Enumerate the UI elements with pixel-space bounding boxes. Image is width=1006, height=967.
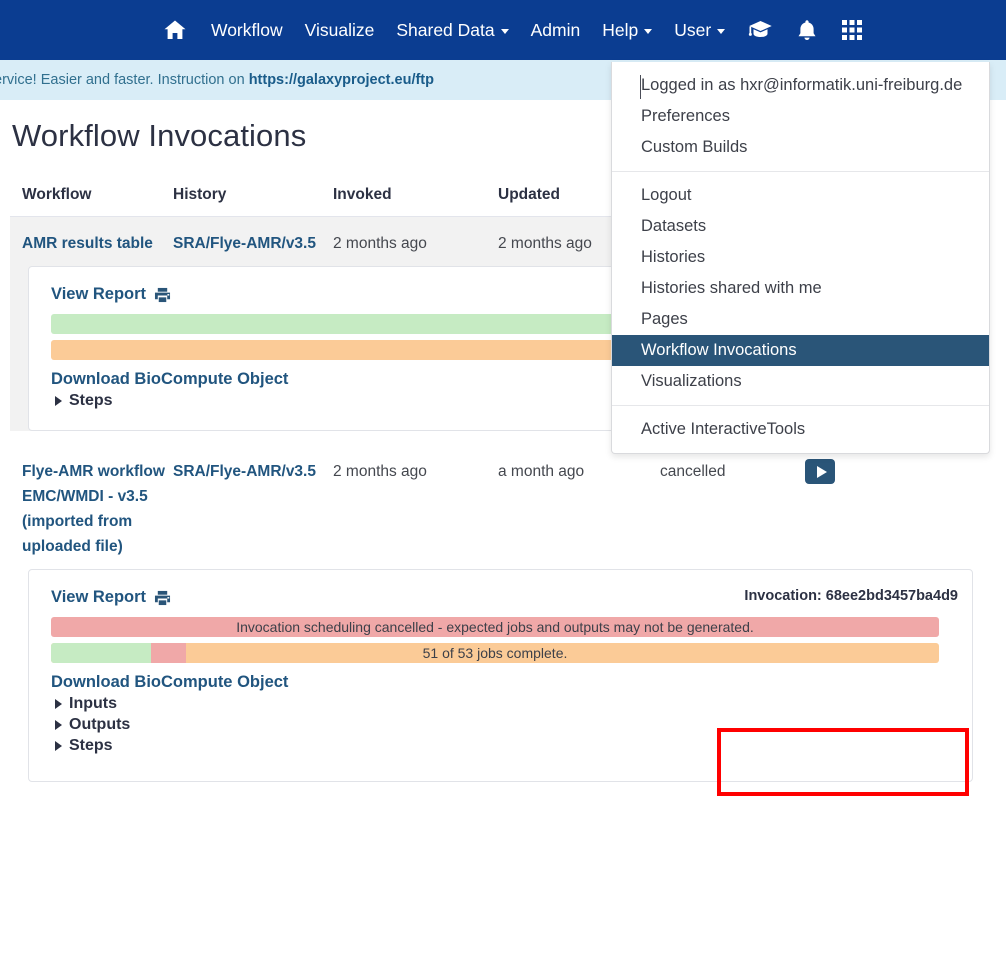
- progress-segment-error: [151, 643, 186, 663]
- progress-bar-cancelled-2-label: Invocation scheduling cancelled - expect…: [236, 619, 754, 635]
- banner-message: ervice! Easier and faster. Instruction o…: [0, 72, 434, 88]
- row-history-name[interactable]: SRA/Flye-AMR/v3.5: [173, 231, 333, 256]
- column-header-workflow: Workflow: [22, 186, 92, 203]
- nav-visualize-label: Visualize: [304, 20, 375, 40]
- invocation-detail-card-2: View Report Invocation: 68ee2bd3457ba4d9…: [28, 569, 973, 782]
- printer-icon[interactable]: [154, 287, 171, 303]
- disclosure-steps-2-label: Steps: [69, 737, 113, 754]
- nav-workflow[interactable]: Workflow: [200, 0, 294, 60]
- home-icon[interactable]: [150, 18, 200, 42]
- nav-user[interactable]: User: [663, 0, 736, 60]
- menu-item-preferences[interactable]: Preferences: [612, 101, 989, 132]
- menu-item-histories-shared-with-me[interactable]: Histories shared with me: [612, 273, 989, 304]
- menu-divider: [612, 405, 989, 406]
- row-invoked-time: 2 months ago: [333, 235, 427, 252]
- nav-shared-data[interactable]: Shared Data: [385, 0, 519, 60]
- row-invoked-time: 2 months ago: [333, 463, 427, 480]
- nav-shared-data-label: Shared Data: [396, 20, 495, 40]
- row-history-name-label: SRA/Flye-AMR/v3.5: [173, 235, 316, 252]
- row-history-name-label: SRA/Flye-AMR/v3.5: [173, 463, 316, 480]
- disclosure-steps-2[interactable]: Steps: [51, 737, 956, 755]
- chevron-right-icon: [55, 741, 62, 751]
- progress-segment-ok: [51, 643, 152, 663]
- row-state: cancelled: [660, 463, 726, 480]
- bell-icon[interactable]: [785, 19, 829, 42]
- download-biocompute-object-link-2[interactable]: Download BioCompute Object: [51, 673, 956, 692]
- nav-admin[interactable]: Admin: [520, 0, 592, 60]
- graduation-cap-icon[interactable]: [736, 19, 785, 41]
- play-triangle-icon: [816, 465, 827, 478]
- invocation-id-label: Invocation: 68ee2bd3457ba4d9: [744, 588, 958, 604]
- chevron-down-icon: [644, 28, 653, 34]
- apps-grid-icon[interactable]: [829, 19, 875, 41]
- menu-divider: [612, 171, 989, 172]
- table-row[interactable]: Flye-AMR workflow EMC/WMDI - v3.5 (impor…: [10, 445, 985, 569]
- row-workflow-name-suffix: (imported from uploaded file): [22, 513, 133, 555]
- disclosure-inputs-2[interactable]: Inputs: [51, 695, 956, 713]
- printer-icon[interactable]: [154, 590, 171, 606]
- nav-admin-label: Admin: [530, 20, 581, 40]
- view-report-link[interactable]: View Report: [51, 588, 146, 607]
- nav-help[interactable]: Help: [591, 0, 663, 60]
- view-report-link[interactable]: View Report: [51, 285, 146, 304]
- chevron-down-icon: [500, 28, 509, 34]
- disclosure-steps-1-label: Steps: [69, 392, 113, 409]
- invocation-row-group-2: Flye-AMR workflow EMC/WMDI - v3.5 (impor…: [10, 445, 985, 782]
- chevron-right-icon: [55, 396, 62, 406]
- expand-invocation-button[interactable]: [805, 459, 835, 484]
- menu-item-logged-in-as: Logged in as hxr@informatik.uni-freiburg…: [612, 70, 989, 101]
- chevron-down-icon: [717, 28, 726, 34]
- row-history-name[interactable]: SRA/Flye-AMR/v3.5: [173, 459, 333, 484]
- nav-user-label: User: [674, 20, 712, 40]
- menu-item-datasets[interactable]: Datasets: [612, 211, 989, 242]
- nav-help-label: Help: [602, 20, 639, 40]
- progress-bar-jobs-2: 51 of 53 jobs complete.: [51, 643, 939, 663]
- row-workflow-name-label: AMR results table: [22, 235, 153, 252]
- column-header-invoked: Invoked: [333, 186, 392, 203]
- menu-item-logout[interactable]: Logout: [612, 180, 989, 211]
- banner-link[interactable]: https://galaxyproject.eu/ftp: [249, 72, 434, 88]
- chevron-right-icon: [55, 720, 62, 730]
- menu-item-active-interactive-tools[interactable]: Active InteractiveTools: [612, 414, 989, 445]
- banner-message-text: ervice! Easier and faster. Instruction o…: [0, 72, 249, 88]
- nav-workflow-label: Workflow: [211, 20, 283, 40]
- row-workflow-name[interactable]: AMR results table: [10, 231, 173, 256]
- menu-item-visualizations[interactable]: Visualizations: [612, 366, 989, 397]
- row-workflow-name[interactable]: Flye-AMR workflow EMC/WMDI - v3.5 (impor…: [10, 459, 173, 559]
- masthead-navbar: Workflow Visualize Shared Data Admin Hel…: [0, 0, 1006, 60]
- menu-item-custom-builds[interactable]: Custom Builds: [612, 132, 989, 163]
- menu-item-workflow-invocations[interactable]: Workflow Invocations: [612, 335, 989, 366]
- row-updated-time: a month ago: [498, 463, 585, 480]
- disclosure-outputs-2-label: Outputs: [69, 716, 131, 733]
- chevron-right-icon: [55, 699, 62, 709]
- row-expand-cell: [805, 459, 925, 484]
- menu-item-pages[interactable]: Pages: [612, 304, 989, 335]
- disclosure-outputs-2[interactable]: Outputs: [51, 716, 956, 734]
- disclosure-inputs-2-label: Inputs: [69, 695, 117, 712]
- menu-item-histories[interactable]: Histories: [612, 242, 989, 273]
- row-workflow-name-label: Flye-AMR workflow EMC/WMDI - v3.5: [22, 463, 165, 505]
- progress-bar-jobs-2-label: 51 of 53 jobs complete.: [422, 645, 568, 661]
- nav-visualize[interactable]: Visualize: [294, 0, 386, 60]
- progress-bar-cancelled-2: Invocation scheduling cancelled - expect…: [51, 617, 939, 637]
- user-dropdown-menu: Logged in as hxr@informatik.uni-freiburg…: [611, 62, 990, 454]
- column-header-history: History: [173, 186, 227, 203]
